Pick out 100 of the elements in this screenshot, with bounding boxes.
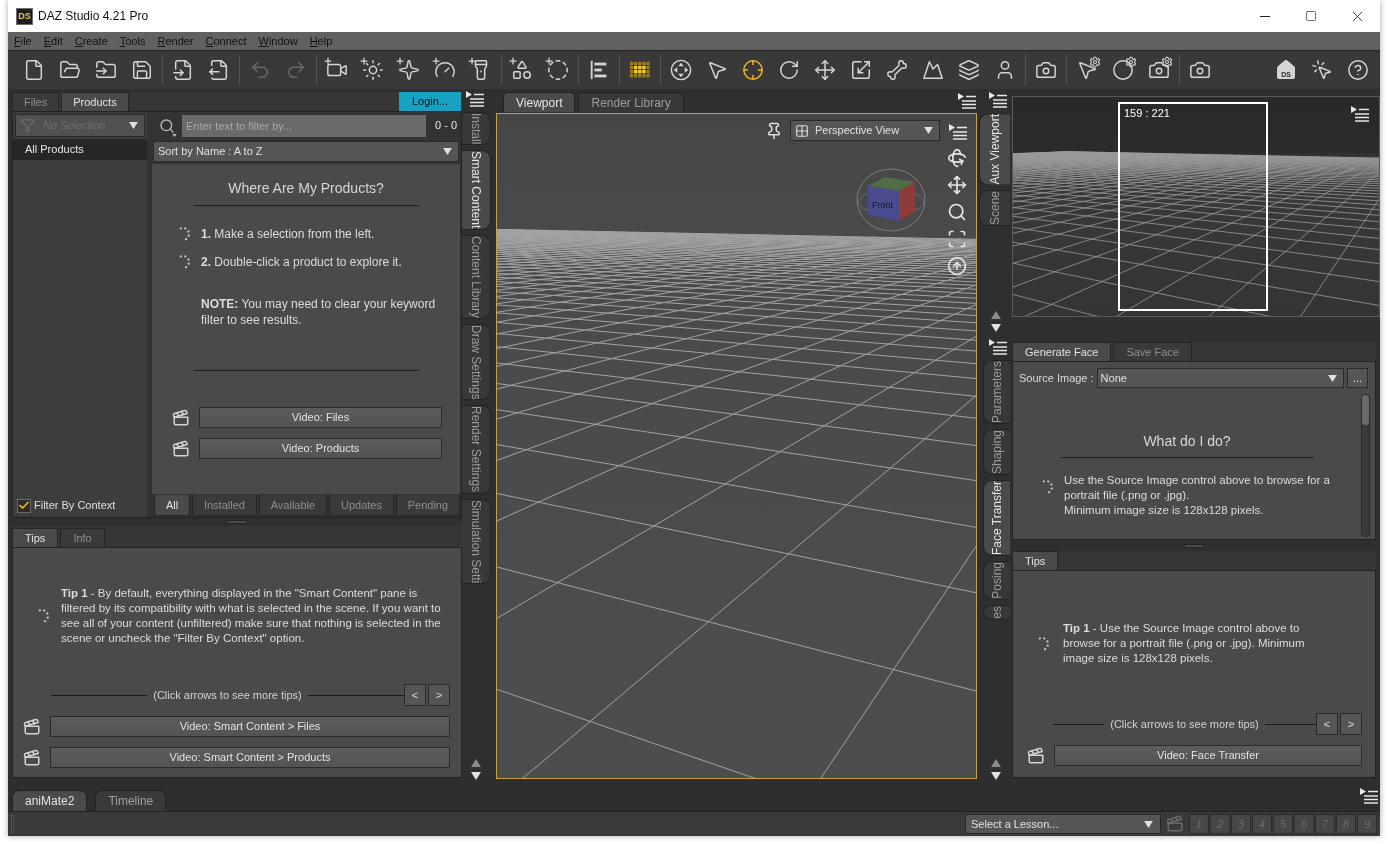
checkbox[interactable]: [17, 498, 31, 513]
video-button[interactable]: Video: Products: [199, 438, 442, 459]
note-text: NOTE: You may need to clear your keyword filter to see results.: [201, 296, 437, 328]
caret-icon: [1144, 820, 1153, 828]
filter-tab[interactable]: Available: [258, 495, 328, 516]
side-tab[interactable]: Aux Viewport: [979, 113, 1010, 186]
menu-item[interactable]: Tools: [119, 35, 146, 47]
menu-item[interactable]: Render: [157, 35, 194, 47]
side-tab[interactable]: Smart Content: [462, 150, 491, 230]
tips-hint: (Click arrows to see more tips): [1109, 716, 1260, 732]
tab[interactable]: Tips: [12, 528, 59, 547]
browse-button[interactable]: ...: [1347, 368, 1368, 388]
caret-icon: [1328, 374, 1337, 382]
sort-dropdown[interactable]: Sort by Name : A to Z: [153, 141, 459, 162]
side-tab[interactable]: Face Transfer: [983, 480, 1010, 557]
clapperboard-icon: [172, 439, 190, 458]
orbit-icon[interactable]: [947, 148, 967, 168]
video-button[interactable]: Video: Files: [199, 407, 442, 428]
step-text: 1. Make a selection from the left.: [201, 226, 375, 243]
tab[interactable]: Viewport: [503, 92, 576, 112]
filter-field[interactable]: Enter text to filter by...: [182, 114, 426, 137]
pin-icon[interactable]: [765, 122, 783, 140]
tab[interactable]: Info: [60, 528, 105, 547]
filter-tab[interactable]: Pending: [395, 495, 460, 516]
video-button[interactable]: Video: Smart Content > Products: [50, 747, 450, 768]
side-tab[interactable]: Simulation Setti: [462, 498, 491, 584]
filter-tab[interactable]: Updates: [329, 495, 394, 516]
menu-item[interactable]: File: [14, 35, 32, 47]
previous-tip-button[interactable]: <: [404, 684, 426, 706]
next-tip-button[interactable]: >: [428, 684, 450, 706]
scroll-up-icon[interactable]: [991, 310, 1001, 319]
field-label: Source Image :: [1019, 370, 1094, 386]
side-tab[interactable]: Content Library: [462, 234, 491, 319]
pane-menu-icon[interactable]: [466, 91, 484, 107]
scroll-down-icon[interactable]: [991, 323, 1001, 332]
pane-menu-icon[interactable]: [989, 339, 1007, 355]
menu-item[interactable]: Edit: [43, 35, 63, 47]
video-button[interactable]: Video: Face Transfer: [1054, 745, 1362, 766]
side-tab[interactable]: es: [983, 604, 1010, 620]
tab[interactable]: Generate Face: [1012, 342, 1112, 361]
side-tab[interactable]: Posing: [983, 561, 1010, 600]
lesson-dropdown[interactable]: Select a Lesson...: [965, 814, 1161, 834]
side-tab[interactable]: Render Settings: [462, 405, 491, 494]
next-tip-button[interactable]: >: [1340, 713, 1362, 735]
pane-menu-icon[interactable]: [958, 92, 976, 109]
scroll-thumb[interactable]: [1362, 395, 1369, 425]
clapperboard-icon: [23, 748, 41, 767]
tab[interactable]: Render Library: [578, 92, 684, 112]
scrollbar[interactable]: [1361, 394, 1370, 537]
video-button[interactable]: Video: Smart Content > Files: [50, 716, 450, 737]
side-tab[interactable]: Draw Settings: [462, 323, 491, 401]
tab[interactable]: Save Face: [1113, 342, 1192, 361]
pane-menu-icon[interactable]: [1351, 106, 1369, 122]
side-tab[interactable]: Scene: [979, 190, 1010, 227]
help-title: What do I do?: [1143, 433, 1231, 449]
pane-menu-icon[interactable]: [949, 124, 967, 140]
side-tab[interactable]: Parameters: [983, 360, 1010, 425]
source-image-dropdown[interactable]: None: [1096, 368, 1344, 388]
scroll-up-icon[interactable]: [471, 758, 481, 767]
tab[interactable]: Timeline: [95, 790, 167, 811]
grid-window-icon: [795, 123, 809, 138]
clapperboard-icon: [23, 717, 41, 736]
pane-menu-icon[interactable]: [1360, 787, 1378, 804]
app-logo: DS: [16, 7, 33, 25]
camera-dropdown[interactable]: Perspective View: [790, 120, 940, 141]
tab[interactable]: aniMate2: [12, 790, 88, 811]
previous-tip-button[interactable]: <: [1316, 713, 1338, 735]
login-button[interactable]: Login...: [399, 92, 461, 111]
category-item[interactable]: All Products: [13, 139, 147, 160]
help-title: Where Are My Products?: [228, 180, 384, 196]
up-arrow-circle-icon[interactable]: [947, 256, 967, 276]
tips-hint: (Click arrows to see more tips): [152, 687, 303, 703]
clapperboard-icon: [1166, 815, 1184, 833]
frame-size-label: 159 : 221: [1124, 108, 1170, 119]
filter-tab[interactable]: Installed: [192, 495, 257, 516]
side-tab[interactable]: Install: [462, 112, 491, 146]
frame-corners-icon[interactable]: [947, 229, 967, 249]
cube-face-label: Front: [872, 200, 893, 210]
four-arrows-icon[interactable]: [947, 175, 967, 195]
magnifier-icon[interactable]: [947, 202, 967, 222]
splitter-handle[interactable]: [1184, 543, 1204, 548]
viewport[interactable]: Perspective View Front: [496, 113, 977, 779]
tab[interactable]: Files: [12, 92, 60, 111]
funnel-icon: [20, 118, 35, 133]
side-tab[interactable]: Shaping: [983, 429, 1010, 476]
menu-item[interactable]: Create: [74, 35, 108, 47]
tab[interactable]: Products: [61, 92, 129, 111]
window-title: DAZ Studio 4.21 Pro: [38, 8, 149, 25]
pane-menu-icon[interactable]: [989, 92, 1007, 108]
minimize-icon: [1260, 15, 1270, 17]
menu-item[interactable]: Help: [309, 35, 333, 47]
aux-viewport[interactable]: 159 : 221: [1012, 96, 1380, 317]
scroll-up-icon[interactable]: [991, 758, 1001, 767]
menu-item[interactable]: Connect: [205, 35, 247, 47]
checkmark-icon: [18, 499, 30, 512]
menu-item[interactable]: Window: [258, 35, 298, 47]
step-text: 2. Double-click a product to explore it.: [201, 254, 402, 271]
filter-tab[interactable]: All: [154, 495, 191, 516]
clapperboard-icon: [1027, 746, 1045, 765]
tab[interactable]: Tips: [1012, 551, 1059, 570]
